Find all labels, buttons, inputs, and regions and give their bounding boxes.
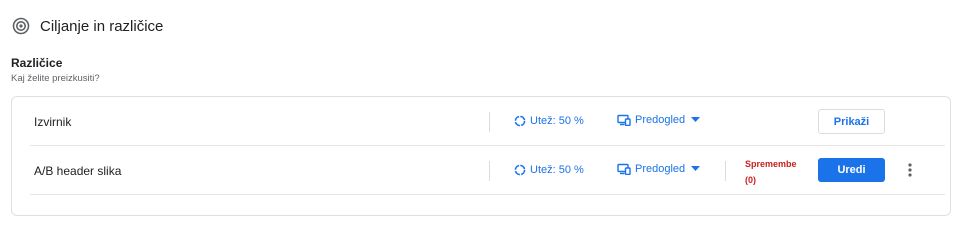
changes-count: (0)	[745, 175, 756, 185]
chevron-down-icon	[691, 117, 701, 123]
weight-icon	[514, 164, 526, 176]
target-icon	[12, 17, 30, 35]
variants-card: Izvirnik Utež: 50 % Predogled Prikaži A/…	[11, 96, 951, 216]
weight-icon	[514, 115, 526, 127]
row-divider	[30, 194, 945, 195]
page-title: Ciljanje in različice	[40, 17, 164, 35]
section-header: Ciljanje in različice	[12, 14, 163, 38]
variant-name: A/B header slika	[34, 164, 122, 178]
show-button[interactable]: Prikaži	[818, 109, 885, 134]
weight-label: Utež: 50 %	[530, 115, 584, 127]
preview-label: Predogled	[635, 163, 686, 175]
variant-row-ab-header: A/B header slika Utež: 50 % Predogled Sp…	[30, 147, 945, 195]
column-divider	[489, 161, 490, 181]
devices-icon	[617, 163, 631, 175]
changes-status: Spremembe (0)	[745, 156, 797, 188]
preview-label: Predogled	[635, 114, 686, 126]
edit-button[interactable]: Uredi	[818, 158, 885, 182]
variant-name: Izvirnik	[34, 115, 72, 129]
variant-weight[interactable]: Utež: 50 %	[514, 164, 584, 176]
changes-label: Spremembe	[745, 159, 797, 169]
preview-dropdown[interactable]: Predogled	[617, 163, 701, 175]
row-divider	[30, 145, 945, 146]
weight-label: Utež: 50 %	[530, 164, 584, 176]
variants-subtitle: Kaj želite preizkusiti?	[11, 73, 100, 84]
variant-weight[interactable]: Utež: 50 %	[514, 115, 584, 127]
variant-row-original: Izvirnik Utež: 50 % Predogled Prikaži	[30, 98, 945, 146]
more-vert-icon[interactable]	[902, 159, 918, 181]
chevron-down-icon	[691, 166, 701, 172]
column-divider	[725, 161, 726, 181]
variants-title: Različice	[11, 56, 63, 70]
devices-icon	[617, 114, 631, 126]
preview-dropdown[interactable]: Predogled	[617, 114, 701, 126]
column-divider	[489, 112, 490, 132]
